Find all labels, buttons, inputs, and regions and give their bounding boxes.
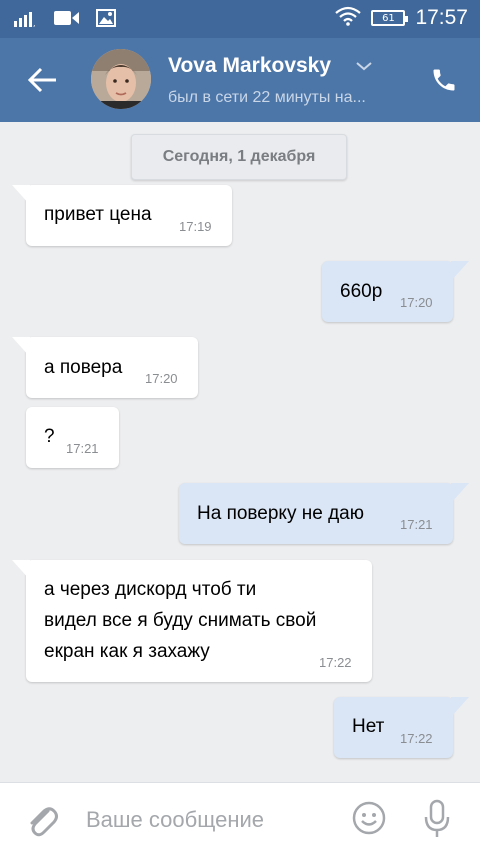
status-bar: , 61 17:57 [0,0,480,38]
message-text: Нет [352,716,385,737]
message-outgoing[interactable]: На поверку не даю 17:21 [179,483,453,544]
message-time: 17:22 [400,731,433,746]
bubble-tail [451,483,469,503]
message-time: 17:20 [400,295,433,310]
message-text: 660р [340,281,383,302]
clock: 17:57 [415,6,468,29]
battery-icon: 61 [371,10,409,26]
smile-icon[interactable] [352,801,386,835]
message-time: 17:20 [145,371,178,386]
chevron-down-icon[interactable] [355,58,373,72]
signal-icon: , [14,9,38,31]
avatar[interactable] [91,49,151,109]
wifi-icon [335,6,362,30]
image-icon [96,9,116,31]
message-incoming[interactable]: ? 17:21 [26,407,119,468]
bubble-tail [12,337,30,357]
back-arrow-icon[interactable] [26,64,60,96]
message-text: а через дискорд чтоб ти видел все я буду… [44,579,317,662]
message-outgoing[interactable]: Нет 17:22 [334,697,453,758]
microphone-icon[interactable] [423,799,451,839]
paperclip-icon[interactable] [28,801,60,839]
video-icon [54,9,80,31]
message-text: а повера [44,357,123,378]
message-text: На поверку не даю [197,503,364,524]
phone-icon[interactable] [430,66,458,94]
date-separator: Сегодня, 1 декабря [131,134,347,180]
message-input[interactable]: Ваше сообщение [86,807,264,833]
last-seen-status: был в сети 22 минуты на... [168,89,366,106]
message-time: 17:21 [400,517,433,532]
message-time: 17:21 [66,441,99,456]
bubble-tail [12,185,30,205]
bubble-tail [12,560,30,580]
bubble-tail [451,697,469,717]
svg-text:,: , [33,19,36,27]
message-incoming[interactable]: а через дискорд чтоб ти видел все я буду… [26,560,372,682]
message-time: 17:19 [179,219,212,234]
message-input-bar: Ваше сообщение [0,782,480,854]
battery-level: 61 [382,12,395,24]
message-text: ? [44,426,55,447]
contact-name[interactable]: Vova Markovsky [168,54,331,78]
message-outgoing[interactable]: 660р 17:20 [322,261,453,322]
message-text: привет цена [44,204,152,225]
bubble-tail [451,261,469,281]
message-time: 17:22 [319,655,352,670]
message-incoming[interactable]: привет цена 17:19 [26,185,232,246]
message-incoming[interactable]: а повера 17:20 [26,337,198,398]
chat-header: Vova Markovsky был в сети 22 минуты на..… [0,38,480,122]
